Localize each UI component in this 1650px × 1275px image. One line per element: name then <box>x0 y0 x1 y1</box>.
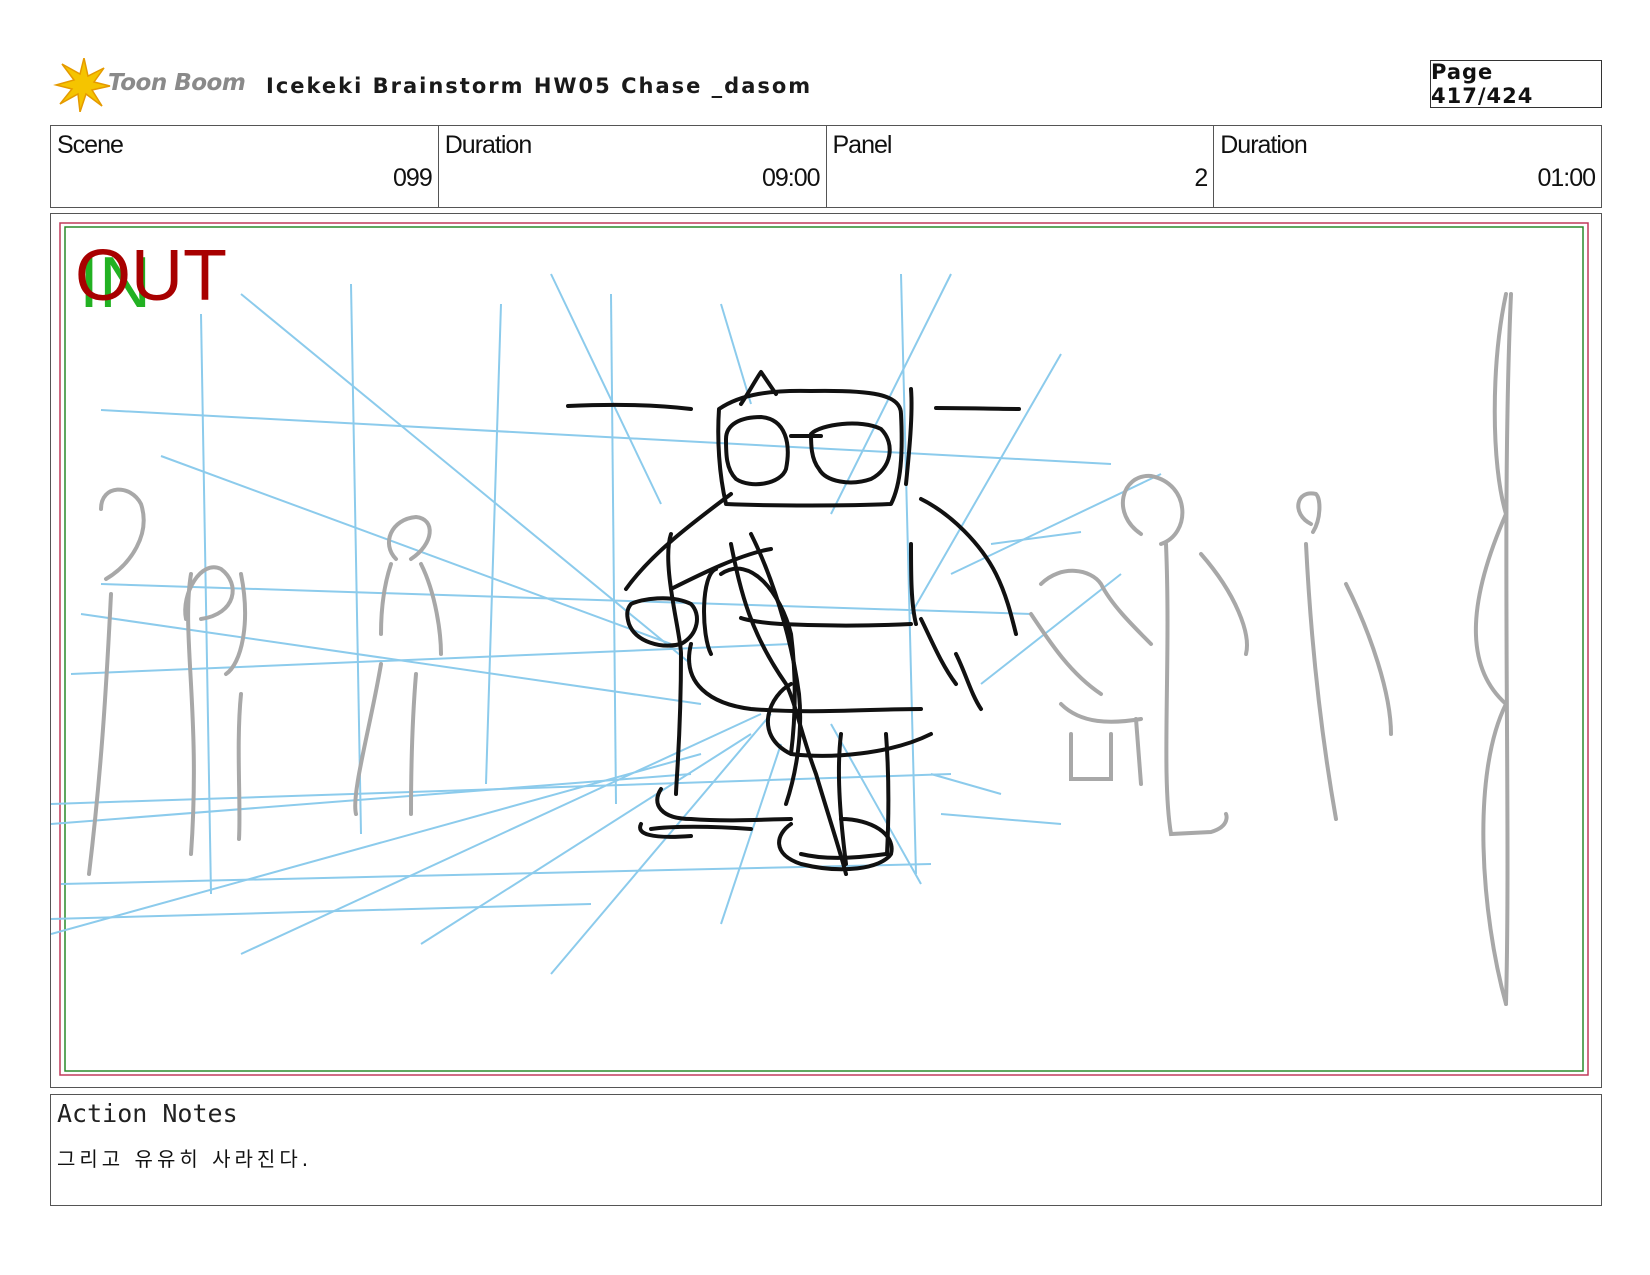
scene-duration-label: Duration <box>444 131 532 159</box>
scene-label: Scene <box>57 131 124 159</box>
panel-drawing: IN OUT <box>51 222 1589 1076</box>
starburst-icon <box>53 57 111 113</box>
toon-boom-logo: Toon Boom <box>52 57 252 113</box>
document-title: Icekeki Brainstorm HW05 Chase _dasom <box>266 74 813 98</box>
scene-duration-cell: Duration 09:00 <box>439 126 827 207</box>
action-notes-label: Action Notes <box>57 1099 238 1128</box>
panel-value: 2 <box>1194 164 1208 192</box>
scene-cell: Scene 099 <box>51 126 439 207</box>
scene-info-table: Scene 099 Duration 09:00 Panel 2 Duratio… <box>50 125 1602 208</box>
brand-name: Toon Boom <box>108 70 246 96</box>
action-notes: Action Notes 그리고 유유히 사라진다. <box>50 1094 1602 1206</box>
background-crowd <box>87 292 1513 1006</box>
action-notes-text: 그리고 유유히 사라진다. <box>57 1147 313 1171</box>
panel-cell: Panel 2 <box>827 126 1215 207</box>
scene-value: 099 <box>393 164 433 192</box>
panel-duration-cell: Duration 01:00 <box>1214 126 1601 207</box>
camera-frame-outer <box>59 222 1589 1076</box>
out-marker: OUT <box>75 236 227 316</box>
perspective-guides <box>51 273 1162 975</box>
page-header: Toon Boom Icekeki Brainstorm HW05 Chase … <box>52 56 1604 114</box>
scene-duration-value: 09:00 <box>761 164 821 192</box>
page-indicator: Page 417/424 <box>1430 60 1602 108</box>
panel-duration-value: 01:00 <box>1537 164 1596 192</box>
camera-frame-inner <box>64 226 1584 1072</box>
panel-label: Panel <box>832 131 893 159</box>
panel-duration-label: Duration <box>1220 131 1307 159</box>
storyboard-panel: IN OUT <box>50 213 1602 1088</box>
